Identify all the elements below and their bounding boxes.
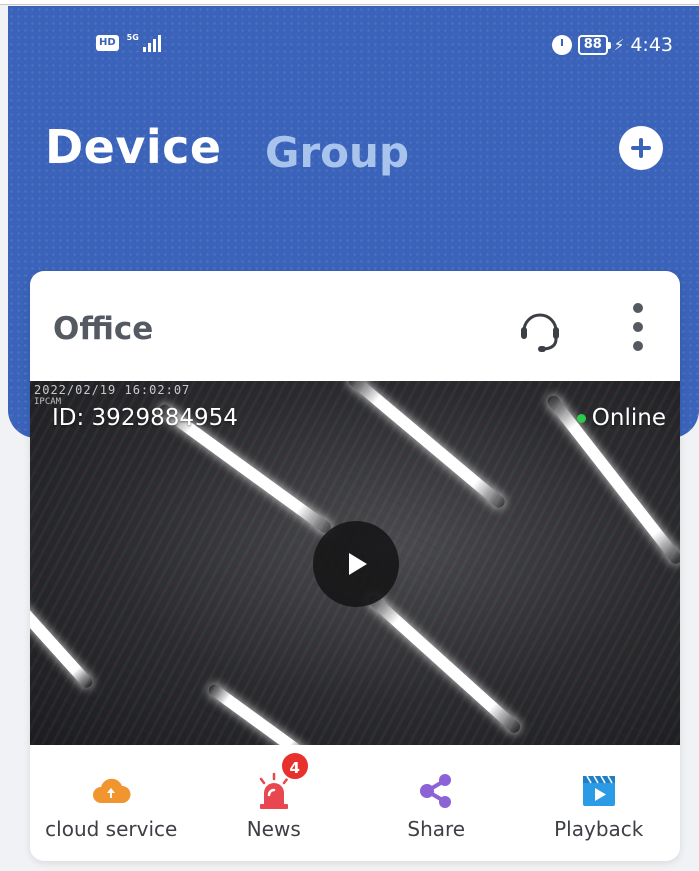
tab-group[interactable]: Group bbox=[265, 128, 409, 177]
device-card: Office 2022/02/19 16:02:07 IPCAM ID: 392… bbox=[30, 271, 680, 861]
device-name: Office bbox=[53, 311, 154, 347]
plus-icon bbox=[631, 138, 651, 158]
more-dot-icon bbox=[633, 303, 643, 313]
news-count-badge: 4 bbox=[279, 751, 310, 781]
more-dot-icon bbox=[633, 341, 643, 351]
network-type-label: 5G bbox=[126, 33, 139, 42]
share-button[interactable]: Share bbox=[355, 745, 518, 861]
light-streak bbox=[30, 592, 95, 691]
customer-service-button[interactable] bbox=[512, 301, 568, 357]
status-label: Online bbox=[591, 405, 666, 431]
status-left: HD 5G bbox=[96, 34, 161, 52]
status-time: 4:43 bbox=[630, 34, 673, 56]
video-file-icon bbox=[582, 775, 615, 806]
alarm-clock-icon bbox=[551, 35, 572, 55]
action-label: News bbox=[246, 817, 301, 841]
app-screen: HD 5G 88 ⚡ 4:43 Device Group Office 2022… bbox=[0, 0, 699, 871]
status-bar: HD 5G 88 ⚡ 4:43 bbox=[8, 30, 699, 66]
more-options-button[interactable] bbox=[620, 299, 656, 355]
play-button[interactable] bbox=[313, 521, 399, 607]
playback-button[interactable]: Playback bbox=[518, 745, 681, 861]
signal-icon: 5G bbox=[127, 34, 161, 52]
camera-preview[interactable]: 2022/02/19 16:02:07 IPCAM ID: 3929884954… bbox=[30, 381, 680, 745]
cloud-service-button[interactable]: cloud service bbox=[30, 745, 193, 861]
light-streak bbox=[206, 682, 311, 745]
tab-device[interactable]: Device bbox=[45, 120, 222, 174]
play-icon bbox=[349, 553, 367, 575]
top-border bbox=[0, 0, 699, 5]
device-actions: cloud service 4 News Share Playback bbox=[30, 745, 680, 861]
online-dot-icon bbox=[576, 413, 586, 423]
headset-icon bbox=[521, 313, 559, 352]
light-streak bbox=[365, 592, 523, 736]
share-icon bbox=[420, 774, 452, 808]
battery-icon: 88 bbox=[577, 35, 611, 55]
action-label: Share bbox=[407, 817, 466, 841]
charging-icon: ⚡ bbox=[613, 36, 625, 54]
action-label: Playback bbox=[554, 817, 644, 841]
light-streak bbox=[346, 381, 508, 511]
add-device-button[interactable] bbox=[619, 126, 663, 170]
camera-timestamp: 2022/02/19 16:02:07 bbox=[34, 383, 191, 397]
hd-icon: HD bbox=[96, 35, 119, 51]
status-badge: Online bbox=[576, 405, 666, 431]
news-button[interactable]: 4 News bbox=[193, 745, 356, 861]
status-right: 88 ⚡ 4:43 bbox=[551, 34, 673, 56]
device-id: ID: 3929884954 bbox=[52, 405, 238, 431]
more-dot-icon bbox=[633, 322, 643, 332]
cloud-icon bbox=[93, 778, 131, 803]
action-label: cloud service bbox=[45, 817, 178, 841]
